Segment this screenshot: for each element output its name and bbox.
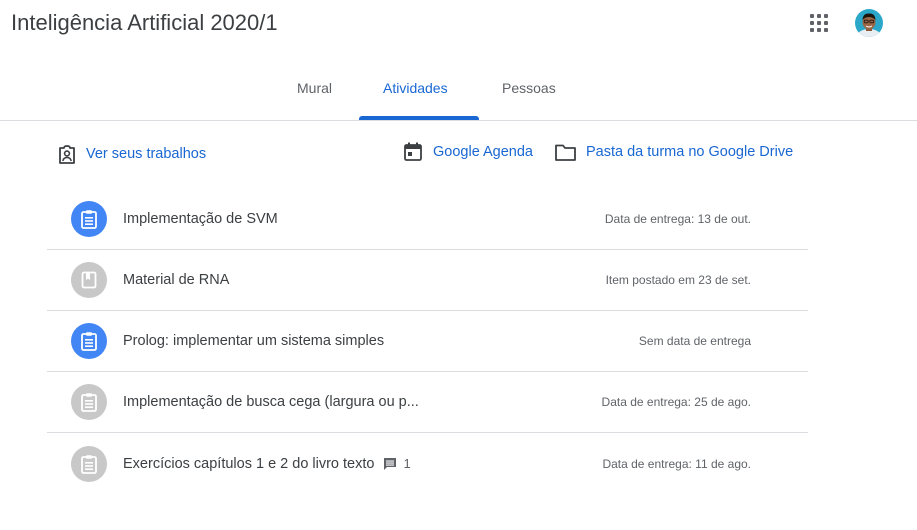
list-item[interactable]: Implementação de busca cega (largura ou … <box>47 372 808 433</box>
classwork-list: Implementação de SVM Data de entrega: 13… <box>47 189 808 494</box>
list-item[interactable]: Material de RNA Item postado em 23 de se… <box>47 250 808 311</box>
assignment-icon <box>71 323 107 359</box>
tab-mural[interactable]: Mural <box>297 80 332 96</box>
item-title: Implementação de busca cega (largura ou … <box>123 394 419 410</box>
top-bar: Inteligência Artificial 2020/1 Mural Ati… <box>0 0 917 121</box>
comment-count: 1 <box>383 456 411 471</box>
view-your-work-link[interactable]: Ver seus trabalhos <box>57 144 206 164</box>
material-icon <box>71 262 107 298</box>
apps-grid-icon[interactable] <box>808 12 830 34</box>
assignment-icon <box>71 445 107 482</box>
item-status: Data de entrega: 13 de out. <box>604 212 751 226</box>
item-title: Implementação de SVM <box>123 211 278 227</box>
drive-folder-label: Pasta da turma no Google Drive <box>586 144 794 160</box>
comment-icon <box>384 457 397 470</box>
drive-folder-link[interactable]: Pasta da turma no Google Drive <box>554 141 793 163</box>
list-item[interactable]: Implementação de SVM Data de entrega: 13… <box>47 189 808 250</box>
list-item[interactable]: Exercícios capítulos 1 e 2 do livro text… <box>47 433 808 494</box>
item-status: Data de entrega: 25 de ago. <box>601 395 751 409</box>
item-title: Material de RNA <box>123 272 230 288</box>
active-tab-indicator <box>359 116 479 120</box>
tab-pessoas[interactable]: Pessoas <box>502 80 556 96</box>
item-title: Prolog: implementar um sistema simples <box>123 333 385 349</box>
google-calendar-label: Google Agenda <box>433 144 533 160</box>
assignment-icon <box>71 384 107 420</box>
item-status: Data de entrega: 11 de ago. <box>602 456 751 471</box>
assigned-person-icon <box>59 145 75 164</box>
class-title[interactable]: Inteligência Artificial 2020/1 <box>11 10 278 36</box>
google-calendar-link[interactable]: Google Agenda <box>402 141 533 163</box>
folder-icon <box>555 144 576 161</box>
view-your-work-label: Ver seus trabalhos <box>86 146 207 162</box>
item-title: Exercícios capítulos 1 e 2 do livro text… <box>123 455 375 472</box>
item-status: Item postado em 23 de set. <box>605 273 751 287</box>
list-item[interactable]: Prolog: implementar um sistema simples S… <box>47 311 808 372</box>
tab-atividades[interactable]: Atividades <box>383 80 448 96</box>
calendar-icon <box>404 142 422 161</box>
item-status: Sem data de entrega <box>638 334 751 348</box>
avatar[interactable] <box>855 9 883 37</box>
comment-count-value: 1 <box>403 456 411 471</box>
assignment-icon <box>71 201 107 237</box>
